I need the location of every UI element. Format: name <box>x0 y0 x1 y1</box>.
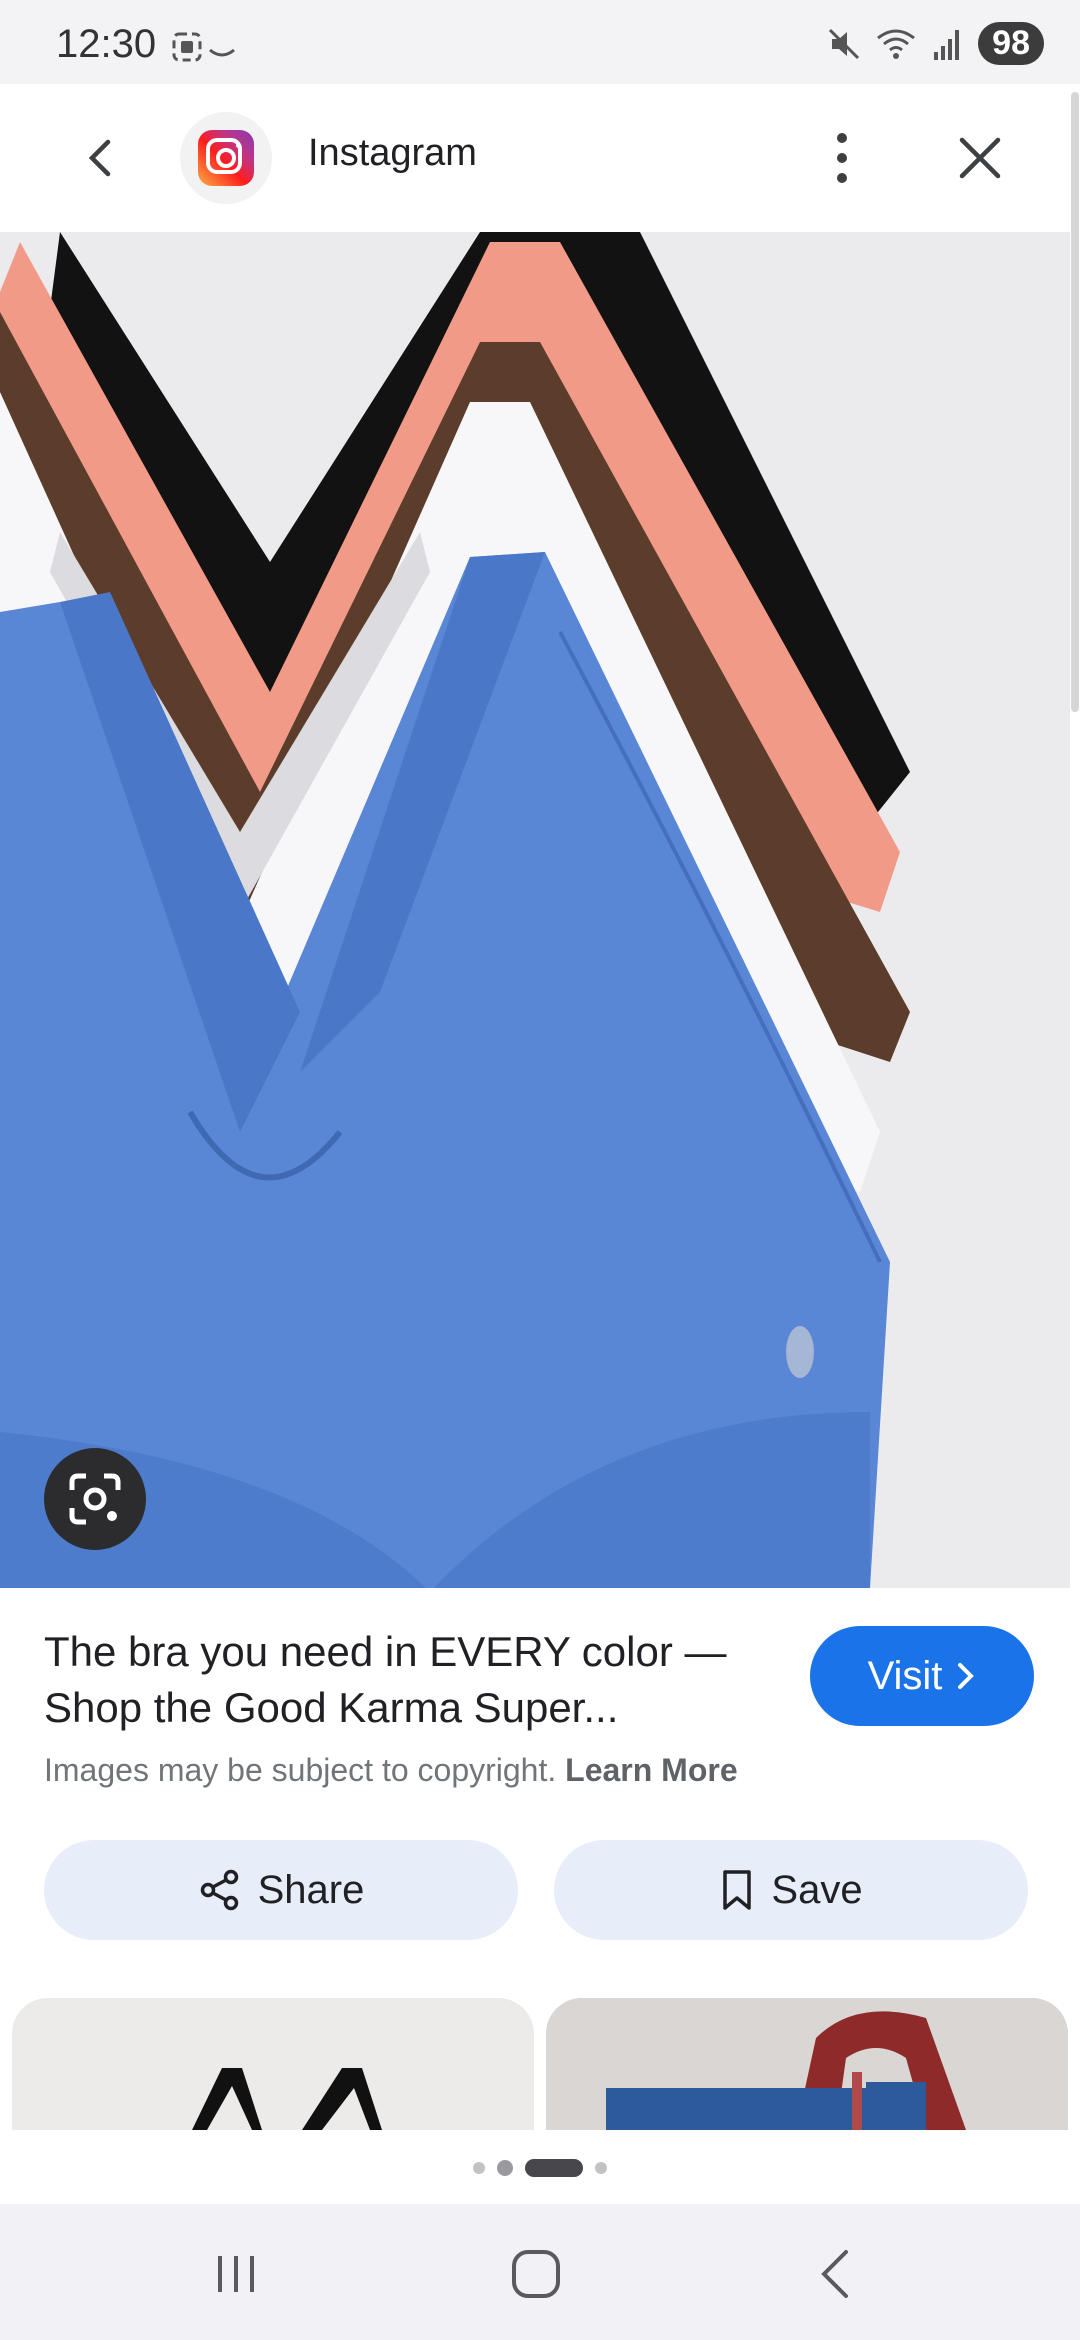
lens-camera-icon <box>69 1473 121 1525</box>
result-caption[interactable]: The bra you need in EVERY color — Shop t… <box>44 1624 784 1736</box>
signal-icon <box>934 29 960 60</box>
back-icon[interactable] <box>808 2244 868 2304</box>
share-icon <box>200 1869 238 1911</box>
chevron-right-icon <box>958 1663 975 1689</box>
share-label: Share <box>257 1867 365 1912</box>
close-icon[interactable] <box>954 132 1006 184</box>
page-dot[interactable] <box>473 2162 485 2174</box>
related-image <box>546 1998 1068 2130</box>
status-icons: 98 <box>826 22 1044 65</box>
home-icon[interactable] <box>506 2244 566 2304</box>
instagram-logo <box>180 112 272 204</box>
instagram-icon <box>198 130 254 186</box>
copyright-notice: Images may be subject to copyright. Lear… <box>44 1752 738 1789</box>
sports-bra-photo <box>0 232 1070 1588</box>
more-vert-icon[interactable] <box>822 126 862 190</box>
copyright-text: Images may be subject to copyright. <box>44 1752 557 1788</box>
lens-search-button[interactable] <box>44 1448 146 1550</box>
related-image <box>12 1998 534 2130</box>
share-button[interactable]: Share <box>44 1840 518 1940</box>
status-time: 12:30 <box>56 22 157 66</box>
page-dot[interactable] <box>497 2160 513 2176</box>
mute-icon <box>829 28 860 59</box>
page-dot[interactable] <box>595 2162 607 2174</box>
learn-more-link[interactable]: Learn More <box>565 1752 737 1788</box>
navigation-bar <box>0 2204 1080 2340</box>
related-image-card[interactable] <box>12 1998 534 2130</box>
save-button[interactable]: Save <box>554 1840 1028 1940</box>
chevron-left-icon[interactable] <box>78 134 126 182</box>
battery-indicator: 98 <box>978 22 1044 65</box>
recent-apps-icon[interactable] <box>206 2244 266 2304</box>
page-dot-active[interactable] <box>525 2159 583 2177</box>
related-image-card[interactable] <box>546 1998 1068 2130</box>
bookmark-icon <box>723 1870 752 1910</box>
screenshot-icon <box>172 28 252 73</box>
visit-button[interactable]: Visit <box>810 1626 1034 1726</box>
page-indicator <box>0 2132 1080 2204</box>
app-header: Instagram <box>0 84 1070 232</box>
status-bar: 12:30 98 <box>0 0 1080 84</box>
product-image[interactable] <box>0 232 1070 1588</box>
wifi-icon <box>877 29 916 59</box>
visit-label: Visit <box>867 1653 943 1698</box>
save-label: Save <box>771 1867 863 1912</box>
scrollbar-thumb[interactable] <box>1071 92 1079 712</box>
app-name: Instagram <box>308 132 477 174</box>
